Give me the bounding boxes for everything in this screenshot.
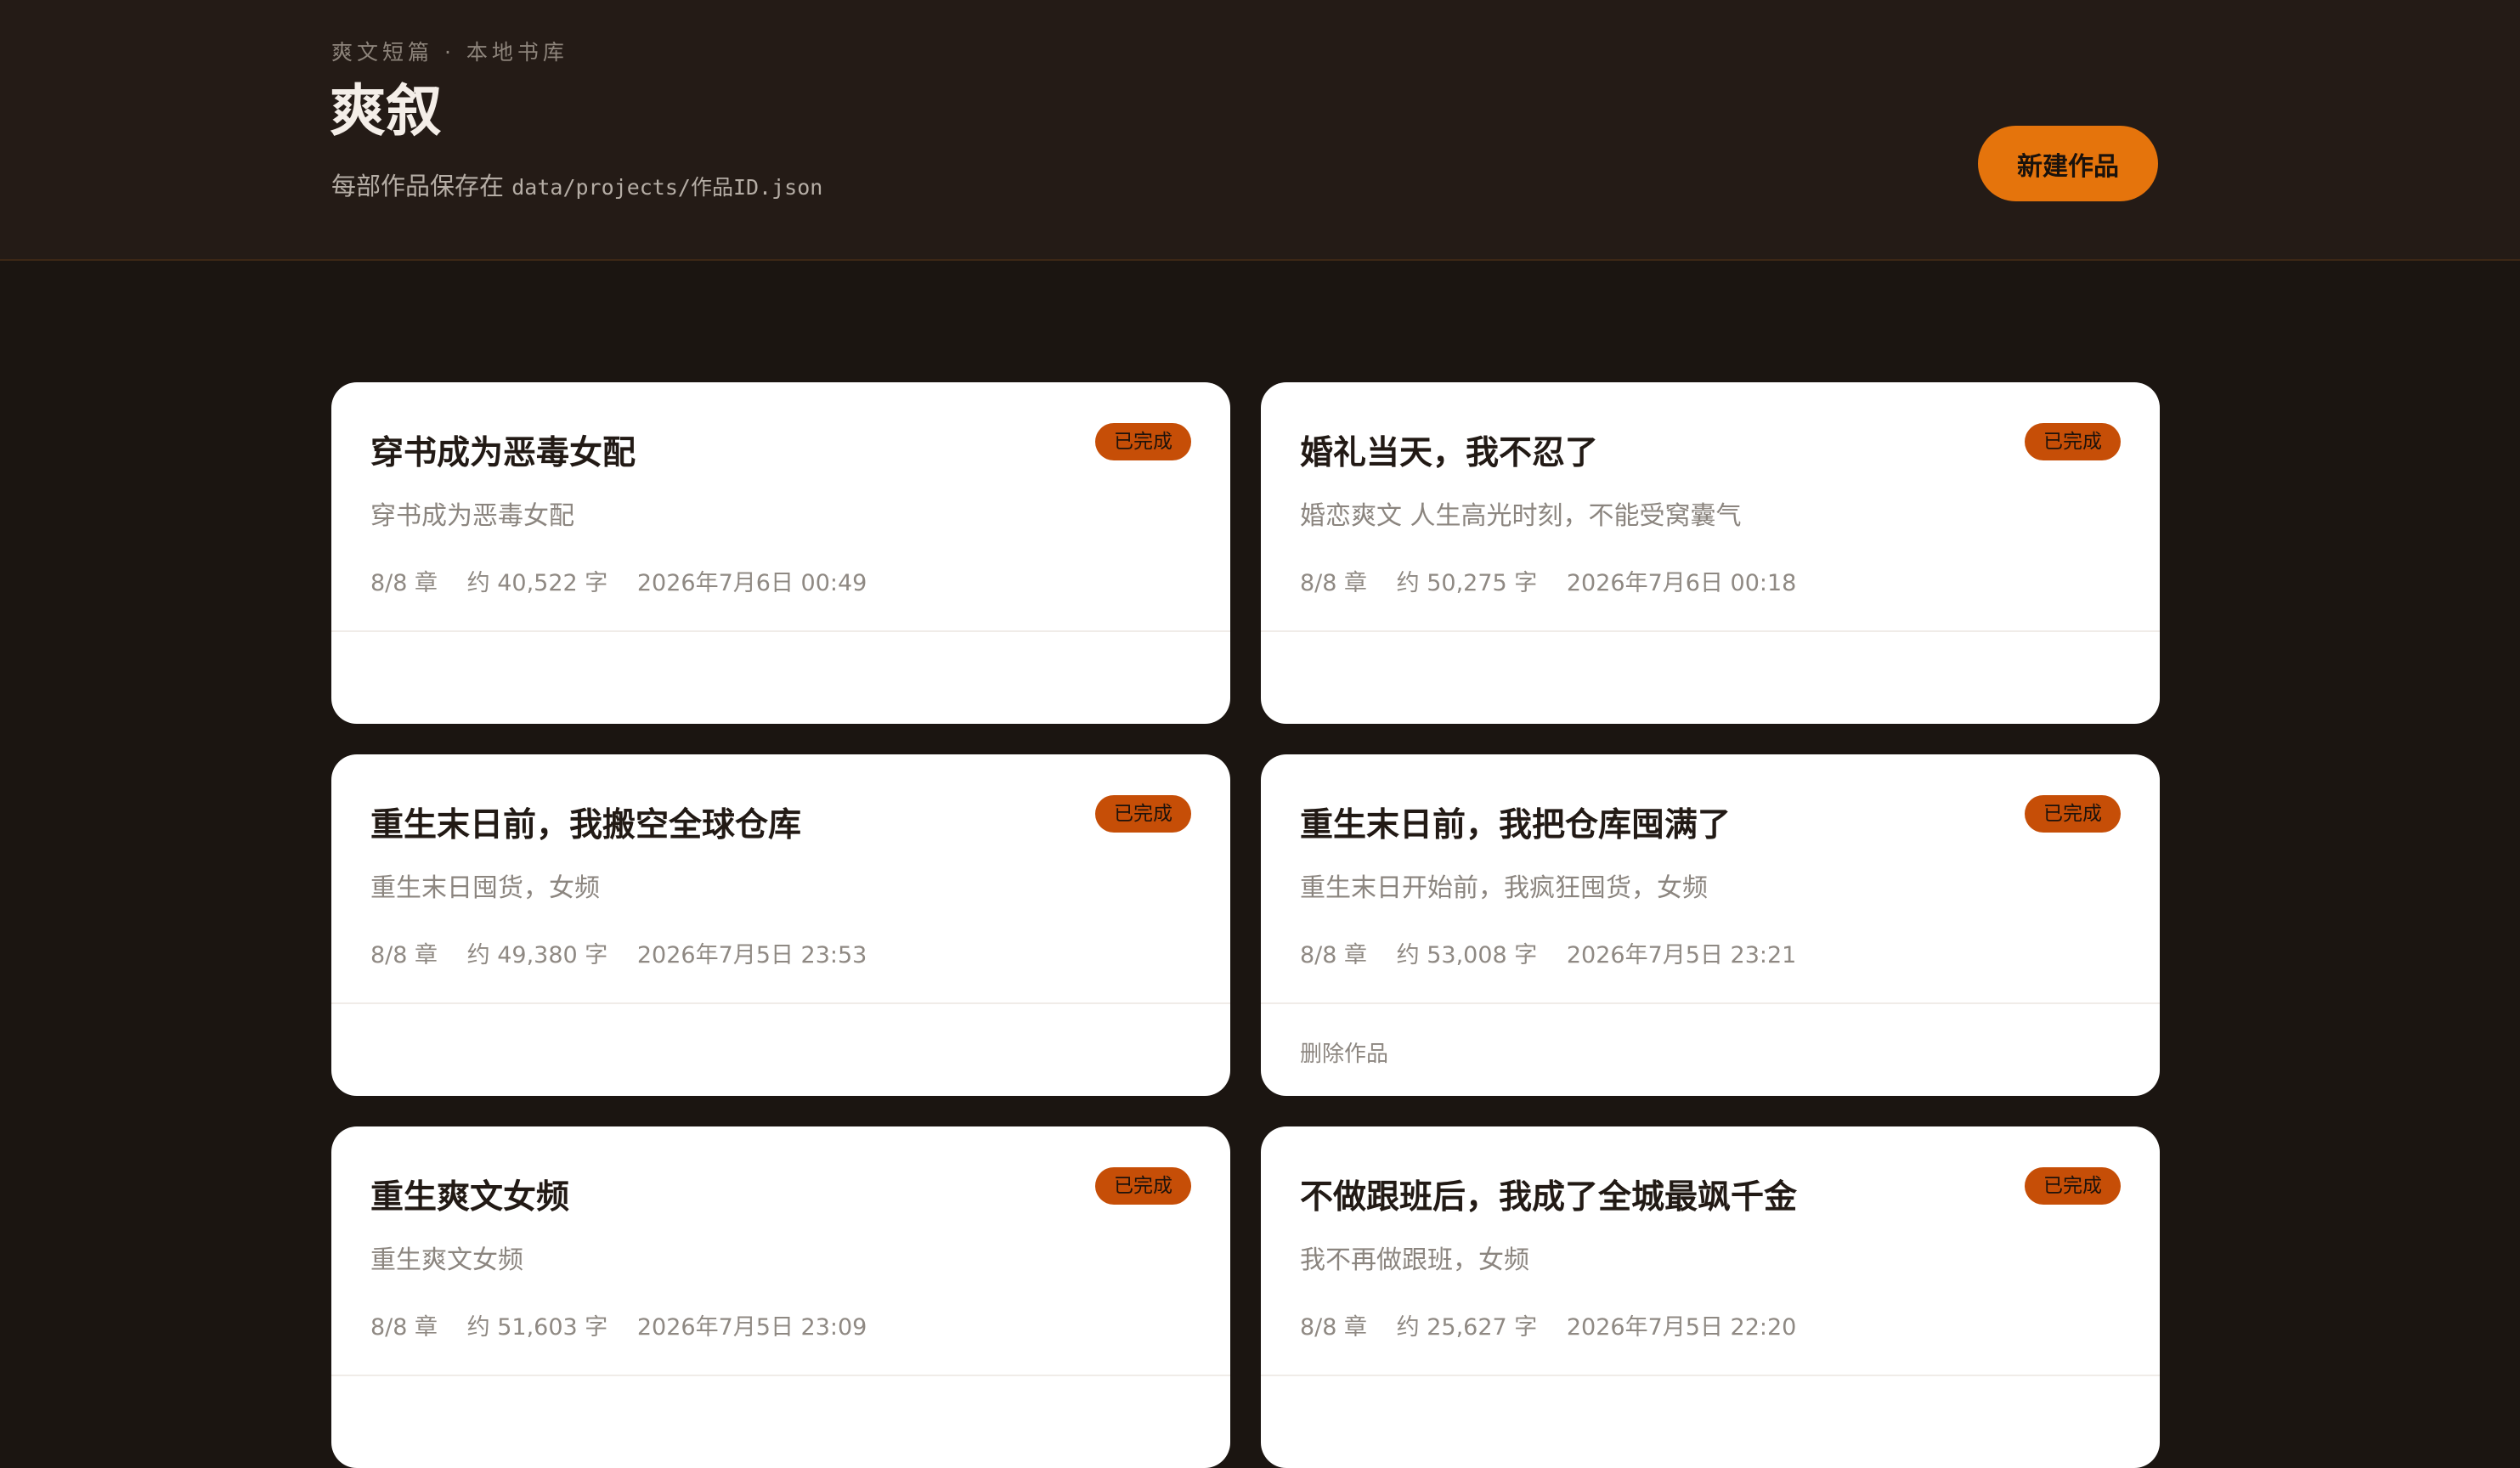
- project-card[interactable]: 重生末日前，我搬空全球仓库 已完成 重生末日囤货，女频 8/8 章 约 49,3…: [331, 754, 1230, 1096]
- card-footer: 删除作品: [1261, 1002, 2160, 1096]
- project-meta: 8/8 章 约 53,008 字 2026年7月5日 23:21: [1300, 936, 1818, 969]
- library-header: 爽文短篇 · 本地书库 爽叙 每部作品保存在 data/projects/作品I…: [0, 0, 2520, 261]
- project-meta: 8/8 章 约 25,627 字 2026年7月5日 22:20: [1300, 1308, 1818, 1341]
- project-title: 不做跟班后，我成了全城最飒千金: [1300, 1178, 1798, 1217]
- storage-hint: 每部作品保存在 data/projects/作品ID.json: [331, 167, 822, 202]
- project-title: 重生末日前，我搬空全球仓库: [370, 806, 802, 844]
- project-description: 重生爽文女频: [370, 1245, 523, 1275]
- word-count: 约 40,522 字: [466, 570, 608, 596]
- updated-time: 2026年7月6日 00:49: [636, 570, 867, 596]
- chapter-count: 8/8 章: [1300, 570, 1368, 596]
- card-footer: [1261, 630, 2160, 724]
- project-meta: 8/8 章 约 51,603 字 2026年7月5日 23:09: [370, 1308, 889, 1341]
- project-title: 婚礼当天，我不忍了: [1300, 434, 1599, 472]
- card-footer: [331, 630, 1230, 724]
- new-project-button[interactable]: 新建作品: [1978, 126, 2158, 201]
- project-description: 重生末日开始前，我疯狂囤货，女频: [1300, 873, 1708, 903]
- status-badge: 已完成: [2025, 1167, 2121, 1205]
- card-footer: [331, 1375, 1230, 1468]
- status-badge: 已完成: [2025, 423, 2121, 460]
- updated-time: 2026年7月5日 23:09: [636, 1314, 867, 1341]
- project-card[interactable]: 重生爽文女频 已完成 重生爽文女频 8/8 章 约 51,603 字 2026年…: [331, 1126, 1230, 1468]
- project-card[interactable]: 重生末日前，我把仓库囤满了 已完成 重生末日开始前，我疯狂囤货，女频 8/8 章…: [1261, 754, 2160, 1096]
- project-card[interactable]: 不做跟班后，我成了全城最飒千金 已完成 我不再做跟班，女频 8/8 章 约 25…: [1261, 1126, 2160, 1468]
- chapter-count: 8/8 章: [370, 570, 438, 596]
- breadcrumb: 爽文短篇 · 本地书库: [331, 40, 568, 65]
- word-count: 约 25,627 字: [1396, 1314, 1538, 1341]
- project-meta: 8/8 章 约 49,380 字 2026年7月5日 23:53: [370, 936, 889, 969]
- updated-time: 2026年7月5日 23:21: [1566, 942, 1797, 968]
- project-card[interactable]: 穿书成为恶毒女配 已完成 穿书成为恶毒女配 8/8 章 约 40,522 字 2…: [331, 382, 1230, 724]
- chapter-count: 8/8 章: [1300, 1314, 1368, 1341]
- project-description: 重生末日囤货，女频: [370, 873, 600, 903]
- project-meta: 8/8 章 约 50,275 字 2026年7月6日 00:18: [1300, 564, 1818, 597]
- page-title: 爽叙: [330, 78, 442, 144]
- project-description: 穿书成为恶毒女配: [370, 501, 574, 531]
- storage-path: data/projects/作品ID.json: [511, 175, 823, 200]
- status-badge: 已完成: [2025, 795, 2121, 833]
- project-grid: 穿书成为恶毒女配 已完成 穿书成为恶毒女配 8/8 章 约 40,522 字 2…: [331, 382, 2160, 1468]
- word-count: 约 49,380 字: [466, 942, 608, 968]
- word-count: 约 53,008 字: [1396, 942, 1538, 968]
- delete-project-button[interactable]: 删除作品: [1300, 1036, 1388, 1068]
- project-title: 重生爽文女频: [370, 1178, 570, 1217]
- status-badge: 已完成: [1095, 423, 1191, 460]
- chapter-count: 8/8 章: [370, 942, 438, 968]
- status-badge: 已完成: [1095, 795, 1191, 833]
- updated-time: 2026年7月5日 23:53: [636, 942, 867, 968]
- word-count: 约 50,275 字: [1396, 570, 1538, 596]
- word-count: 约 51,603 字: [466, 1314, 608, 1341]
- updated-time: 2026年7月6日 00:18: [1566, 570, 1797, 596]
- card-footer: [331, 1002, 1230, 1096]
- project-description: 我不再做跟班，女频: [1300, 1245, 1529, 1275]
- project-meta: 8/8 章 约 40,522 字 2026年7月6日 00:49: [370, 564, 889, 597]
- updated-time: 2026年7月5日 22:20: [1566, 1314, 1797, 1341]
- project-description: 婚恋爽文 人生高光时刻，不能受窝囊气: [1300, 501, 1742, 531]
- chapter-count: 8/8 章: [370, 1314, 438, 1341]
- chapter-count: 8/8 章: [1300, 942, 1368, 968]
- storage-hint-label: 每部作品保存在: [331, 172, 505, 200]
- status-badge: 已完成: [1095, 1167, 1191, 1205]
- card-footer: [1261, 1375, 2160, 1468]
- project-card[interactable]: 婚礼当天，我不忍了 已完成 婚恋爽文 人生高光时刻，不能受窝囊气 8/8 章 约…: [1261, 382, 2160, 724]
- project-title: 重生末日前，我把仓库囤满了: [1300, 806, 1732, 844]
- project-title: 穿书成为恶毒女配: [370, 434, 636, 472]
